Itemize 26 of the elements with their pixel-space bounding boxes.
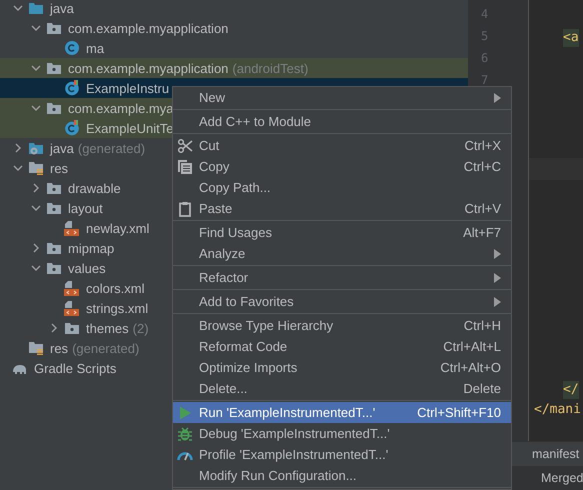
code-text: <a xyxy=(563,29,579,47)
node-label: mipmap xyxy=(68,240,114,256)
node-label: com.example.myapplication xyxy=(68,20,228,36)
node-label: ExampleUnitTe xyxy=(86,120,174,136)
node-label: ma xyxy=(86,40,104,56)
node-label: res xyxy=(50,160,68,176)
node-hint: (2) xyxy=(132,320,149,336)
node-hint: (generated) xyxy=(72,340,140,356)
code-text: </ xyxy=(563,381,579,399)
node-label: themes xyxy=(86,320,129,336)
code-text: </mani xyxy=(534,401,581,419)
node-label: strings.xml xyxy=(86,300,148,316)
node-label: res xyxy=(50,340,68,356)
node-label: ExampleInstru xyxy=(86,80,170,96)
node-label: java xyxy=(50,140,74,156)
node-label: com.example.myapplication xyxy=(68,60,228,76)
node-label: com.example.mya xyxy=(68,100,174,116)
node-label: colors.xml xyxy=(86,280,145,296)
node-hint: (generated) xyxy=(78,140,146,156)
node-label: layout xyxy=(68,200,103,216)
node-label: java xyxy=(50,0,74,16)
node-label: Gradle Scripts xyxy=(34,360,116,376)
node-label: newlay.xml xyxy=(86,220,150,236)
node-label: drawable xyxy=(68,180,121,196)
node-label: values xyxy=(68,260,106,276)
node-hint: (androidTest) xyxy=(232,60,308,76)
